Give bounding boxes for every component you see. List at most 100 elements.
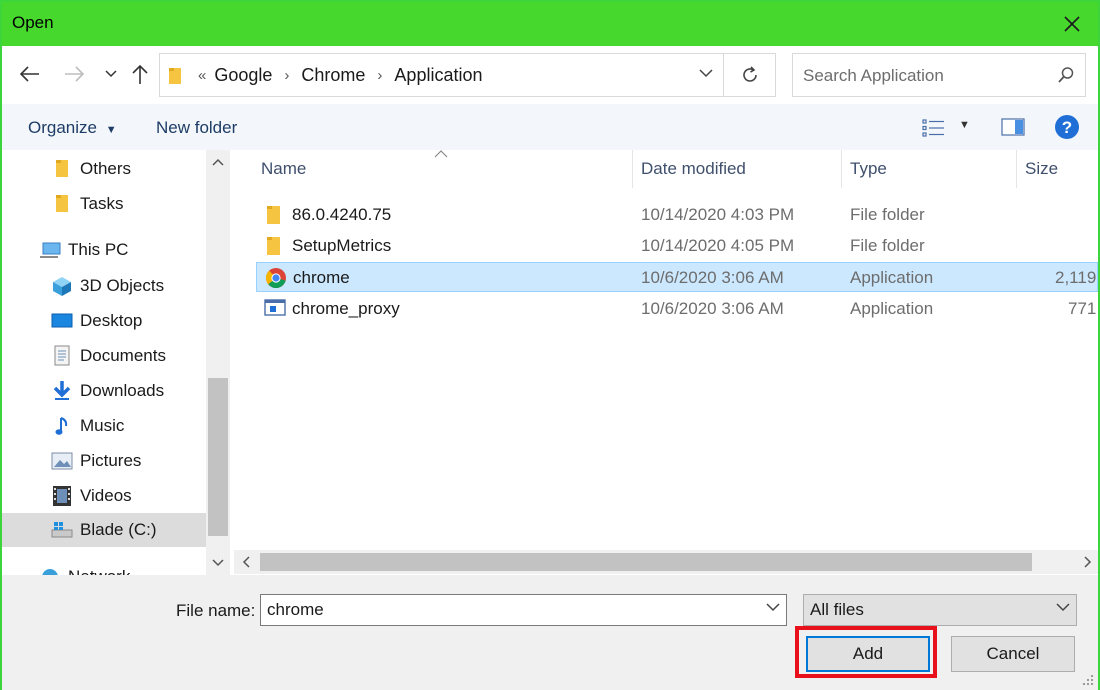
file-name: chrome <box>293 268 350 287</box>
chevron-down-icon[interactable] <box>699 68 713 78</box>
file-date: 10/14/2020 4:03 PM <box>641 205 795 224</box>
preview-pane-icon[interactable] <box>1001 118 1025 136</box>
nav-item-desktop[interactable]: Desktop <box>2 304 206 338</box>
forward-button[interactable] <box>62 62 86 86</box>
column-divider[interactable] <box>632 150 633 188</box>
file-name-label: File name: <box>176 601 256 620</box>
chrome-icon <box>265 268 286 289</box>
nav-item-pictures[interactable]: Pictures <box>2 444 206 478</box>
up-arrow-icon <box>132 64 148 84</box>
scroll-down-icon[interactable] <box>212 559 224 567</box>
cube-icon <box>50 275 74 297</box>
refresh-button[interactable] <box>724 53 776 97</box>
title-bar: Open <box>2 2 1098 46</box>
open-dialog: Open « Google › Chrome › Application Sea… <box>0 0 1100 690</box>
new-folder-button[interactable]: New folder <box>156 118 237 138</box>
column-header-name[interactable]: Name <box>261 150 306 188</box>
caret-down-icon: ▼ <box>105 124 117 136</box>
address-bar[interactable]: « Google › Chrome › Application <box>159 53 724 97</box>
scroll-right-icon[interactable] <box>1084 556 1092 568</box>
file-name: chrome_proxy <box>292 299 400 318</box>
file-date: 10/6/2020 3:06 AM <box>641 268 784 287</box>
chevron-right-icon[interactable]: › <box>377 67 382 84</box>
chevron-down-icon[interactable] <box>766 602 780 612</box>
nav-item-network[interactable]: Network <box>2 560 206 575</box>
nav-item-label: Videos <box>80 486 132 505</box>
window-title: Open <box>12 13 54 32</box>
file-date: 10/6/2020 3:06 AM <box>641 299 784 318</box>
add-button[interactable]: Add <box>806 636 930 672</box>
forward-arrow-icon <box>65 66 85 82</box>
nav-item-downloads[interactable]: Downloads <box>2 374 206 408</box>
help-icon[interactable]: ? <box>1054 114 1080 140</box>
desktop-icon <box>50 310 74 332</box>
scrollbar-thumb[interactable] <box>208 378 228 536</box>
file-type-filter-select[interactable]: All files <box>803 594 1077 626</box>
chevron-right-icon[interactable]: › <box>284 67 289 84</box>
nav-item-tasks[interactable]: Tasks <box>2 187 206 221</box>
view-options-icon[interactable] <box>922 118 946 138</box>
up-button[interactable] <box>128 62 152 86</box>
navigation-pane: Others Tasks This PC 3D Objects Desktop … <box>2 150 206 575</box>
nav-item-label: Documents <box>80 346 166 365</box>
file-list-horizontal-scrollbar[interactable] <box>234 550 1098 574</box>
column-divider[interactable] <box>841 150 842 188</box>
scroll-left-icon[interactable] <box>242 556 250 568</box>
nav-item-blade-c[interactable]: Blade (C:) <box>2 513 206 547</box>
search-box[interactable]: Search Application <box>792 53 1086 97</box>
svg-text:?: ? <box>1062 118 1072 137</box>
file-row[interactable]: chrome_proxy 10/6/2020 3:06 AM Applicati… <box>256 294 1098 324</box>
column-header-type[interactable]: Type <box>850 150 887 188</box>
dialog-footer: File name: chrome All files Add Cancel <box>2 575 1098 690</box>
file-type: File folder <box>850 236 925 255</box>
file-type: Application <box>850 299 934 318</box>
nav-item-label: Desktop <box>80 311 143 330</box>
folder-icon <box>267 237 280 255</box>
search-placeholder: Search Application <box>803 66 944 85</box>
scrollbar-thumb[interactable] <box>260 553 1032 571</box>
scroll-up-icon[interactable] <box>212 158 224 166</box>
organize-label: Organize <box>28 118 97 137</box>
video-icon <box>50 485 74 507</box>
nav-item-3d-objects[interactable]: 3D Objects <box>2 269 206 303</box>
file-row[interactable]: 86.0.4240.75 10/14/2020 4:03 PM File fol… <box>256 200 1098 230</box>
nav-item-music[interactable]: Music <box>2 409 206 443</box>
breadcrumb: « Google › Chrome › Application <box>168 65 482 86</box>
recent-locations-button[interactable] <box>99 62 123 86</box>
file-name: 86.0.4240.75 <box>292 205 392 224</box>
search-icon[interactable] <box>1057 66 1075 84</box>
file-type: Application <box>850 268 934 287</box>
app-window-icon <box>264 299 286 316</box>
file-row-selected[interactable]: chrome 10/6/2020 3:06 AM Application 2,1… <box>256 262 1098 292</box>
back-button[interactable] <box>18 62 42 86</box>
breadcrumb-item-google[interactable]: Google <box>214 65 272 86</box>
nav-item-others[interactable]: Others <box>2 152 206 186</box>
chevron-down-icon <box>1056 603 1070 612</box>
nav-item-label: This PC <box>68 240 129 259</box>
breadcrumb-overflow[interactable]: « <box>198 67 206 84</box>
nav-item-label: Blade (C:) <box>80 520 157 539</box>
column-header-date-modified[interactable]: Date modified <box>641 150 746 188</box>
organize-button[interactable]: Organize ▼ <box>28 118 117 138</box>
column-header-size[interactable]: Size <box>1025 150 1058 188</box>
nav-item-label: 3D Objects <box>80 276 165 295</box>
file-row[interactable]: SetupMetrics 10/14/2020 4:05 PM File fol… <box>256 231 1098 261</box>
cancel-button[interactable]: Cancel <box>951 636 1075 672</box>
file-name-input[interactable]: chrome <box>260 594 787 626</box>
file-type-filter-value: All files <box>810 600 864 619</box>
view-dropdown-icon[interactable]: ▼ <box>959 119 970 131</box>
breadcrumb-item-application[interactable]: Application <box>394 65 482 86</box>
nav-pane-scrollbar[interactable] <box>206 150 230 575</box>
download-icon <box>50 380 74 402</box>
folder-icon <box>267 206 280 224</box>
nav-item-videos[interactable]: Videos <box>2 479 206 513</box>
breadcrumb-item-chrome[interactable]: Chrome <box>301 65 365 86</box>
file-size: 2,119 <box>1055 268 1097 287</box>
nav-item-documents[interactable]: Documents <box>2 339 206 373</box>
nav-item-label: Network <box>68 567 130 575</box>
close-icon[interactable] <box>1056 8 1088 40</box>
nav-item-this-pc[interactable]: This PC <box>2 233 206 267</box>
navigation-bar: « Google › Chrome › Application Search A… <box>2 46 1098 104</box>
column-divider[interactable] <box>1016 150 1017 188</box>
resize-grip-icon[interactable] <box>1082 674 1094 686</box>
